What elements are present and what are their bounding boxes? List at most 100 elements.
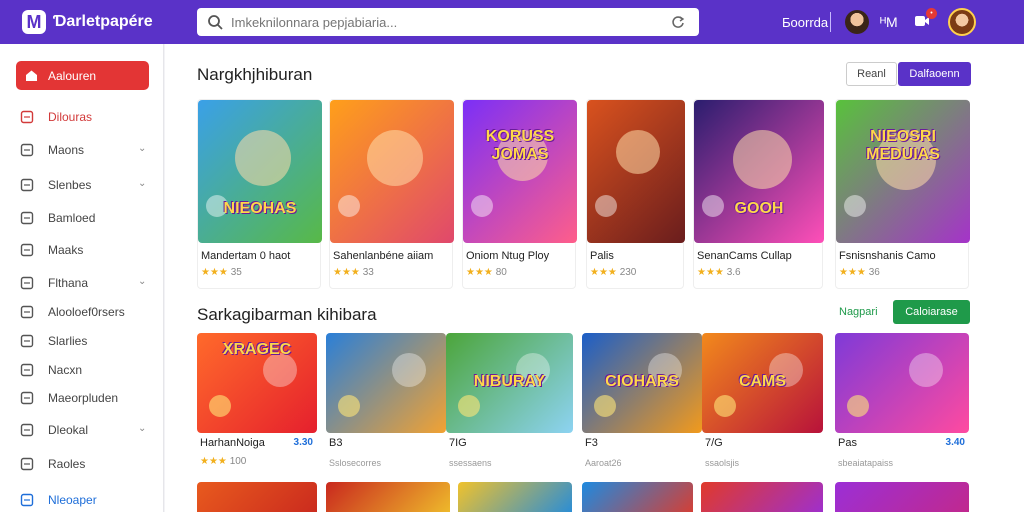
page-icon [20,391,34,405]
chevron-down-icon[interactable]: ⌄ [138,143,146,154]
chevron-down-icon[interactable]: ⌄ [138,276,146,287]
game-title[interactable]: SenanCams Cullap [697,250,792,262]
star-rating-icon: ★★★ [200,456,227,467]
profile-avatar[interactable] [948,8,976,36]
sidebar-item-4[interactable]: Bamloed [20,208,150,228]
game-title[interactable]: F3 [585,437,598,449]
star-rating-icon: ★★★ [590,267,617,278]
game-art-title: KORUSS JOMAS [485,128,555,163]
chevron-down-icon[interactable]: ⌄ [138,423,146,434]
sidebar-item-11[interactable]: Dleokal ⌄ [20,420,150,440]
game-subtitle: ssessaens [449,458,492,468]
game-title[interactable]: Mandertam 0 haot [201,250,290,262]
sidebar-item-3[interactable]: Slenbes ⌄ [20,175,150,195]
game-rating: ★★★ 100 [200,456,246,467]
sidebar-item-5[interactable]: Maaks [20,240,150,260]
game-thumbnail[interactable] [587,100,685,243]
sidebar-item-7[interactable]: Alooloef0rsers [20,302,150,322]
sidebar-item-8[interactable]: Slarlies [20,331,150,351]
game-title[interactable]: Fsnisnshanis Camo [839,250,936,262]
secondary-button[interactable]: Reanl [846,62,897,86]
notifications-icon[interactable]: ᴴM [880,14,898,30]
sidebar-item-6[interactable]: Flthana ⌄ [20,273,150,293]
sidebar-item-13[interactable]: Nleoaper [20,490,150,510]
game-thumbnail[interactable] [458,482,572,512]
search-icon [20,457,34,471]
game-subtitle: sbeaiatapaiss [838,458,894,468]
rating-value: 33 [362,267,374,278]
game-title[interactable]: Oniom Ntug Ploy [466,250,549,262]
header-user-name[interactable]: Ƃoorrda [782,15,828,30]
game-card[interactable]: CIOHARS F3 Aaroat26 [582,333,702,473]
see-all-link[interactable]: Nagpari [839,306,878,318]
app-brand-name[interactable]: Ɗarletpapére [53,13,153,31]
game-card[interactable]: Sahenlanbéne aiiam ★★★ 33 [329,99,454,289]
sidebar-item-12[interactable]: Raoles [20,454,150,474]
game-thumbnail[interactable] [835,333,969,433]
game-thumbnail[interactable] [197,482,317,512]
game-title[interactable]: HarhanNoiga [200,437,265,449]
sidebar-item-label: Maaks [48,243,84,257]
game-title[interactable]: 7/G [705,437,723,449]
game-title[interactable]: Sahenlanbéne aiiam [333,250,433,262]
search-icon [208,15,223,30]
primary-button[interactable]: Dalfaoenn [898,62,971,86]
search-input[interactable] [231,12,661,32]
monitor-icon [20,493,34,507]
box-icon [20,334,34,348]
game-title[interactable]: Palis [590,250,614,262]
game-thumbnail[interactable] [701,482,823,512]
sidebar-item-label: Slenbes [48,178,92,192]
game-rating: ★★★ 33 [333,267,374,278]
action-button[interactable]: Caloiarase [893,300,970,324]
chevron-down-icon[interactable]: ⌄ [138,178,146,189]
game-card[interactable]: NIEOSRI MEDUIAS Fsnisnshanis Camo ★★★ 36 [835,99,970,289]
game-art-title: NIEOSRI MEDUIAS [866,128,940,163]
game-card[interactable]: NIBURAY 7IG ssessaens [446,333,573,473]
game-thumbnail[interactable] [330,100,454,243]
game-title[interactable]: 7IG [449,437,467,449]
avatar[interactable] [845,10,869,34]
header-divider [830,12,831,32]
game-art-title: XRAGEC [222,341,292,358]
game-price: 3.40 [945,437,965,448]
sidebar-item-2[interactable]: Maons ⌄ [20,140,150,160]
game-title[interactable]: Pas [838,437,857,449]
sidebar-item-active[interactable]: Aalouren [16,61,149,90]
sidebar-item-label: Raoles [48,457,86,471]
game-card[interactable]: KORUSS JOMAS Oniom Ntug Ploy ★★★ 80 [462,99,577,289]
game-thumbnail[interactable]: KORUSS JOMAS [463,100,577,243]
game-card[interactable]: XRAGEC HarhanNoiga 3.30 ★★★ 100 [197,333,317,473]
sidebar-item-9[interactable]: Nacxn [20,360,150,380]
game-card[interactable]: CAMS 7/G ssaolsjis [702,333,823,473]
game-card[interactable]: B3 Sslosecorres [326,333,446,473]
game-thumbnail[interactable]: CIOHARS [582,333,702,433]
game-card[interactable]: GOOH SenanCams Cullap ★★★ 3.6 [693,99,824,289]
document-icon [20,243,34,257]
game-rating: ★★★ 230 [590,267,636,278]
rating-value: 35 [230,267,242,278]
search-bar[interactable] [197,8,699,36]
game-card[interactable]: Pas 3.40 sbeaiatapaiss [835,333,969,473]
app-logo[interactable]: M [22,10,46,34]
game-thumbnail[interactable] [326,333,446,433]
refresh-icon[interactable] [671,15,685,29]
game-thumbnail[interactable]: XRAGEC [197,333,317,433]
sidebar-item-1[interactable]: Dilouras [20,107,150,127]
sidebar-item-10[interactable]: Maeorpluden [20,388,150,408]
section-title: Nargkhjhiburan [197,65,313,84]
game-thumbnail[interactable]: NIEOSRI MEDUIAS [836,100,970,243]
list-icon [20,178,34,192]
game-thumbnail[interactable]: NIEOHAS [198,100,322,243]
sidebar: Aalouren Dilouras Maons ⌄ Slenbes ⌄ Bamloed Ma… [0,44,164,512]
game-thumbnail[interactable]: CAMS [702,333,823,433]
game-thumbnail[interactable]: NIBURAY [446,333,573,433]
game-thumbnail[interactable]: GOOH [694,100,824,243]
game-thumbnail[interactable] [326,482,450,512]
game-title[interactable]: B3 [329,437,342,449]
star-rating-icon: ★★★ [466,267,493,278]
game-card[interactable]: NIEOHAS Mandertam 0 haot ★★★ 35 [197,99,322,289]
game-thumbnail[interactable] [582,482,693,512]
game-thumbnail[interactable] [835,482,969,512]
game-card[interactable]: Palis ★★★ 230 [586,99,685,289]
